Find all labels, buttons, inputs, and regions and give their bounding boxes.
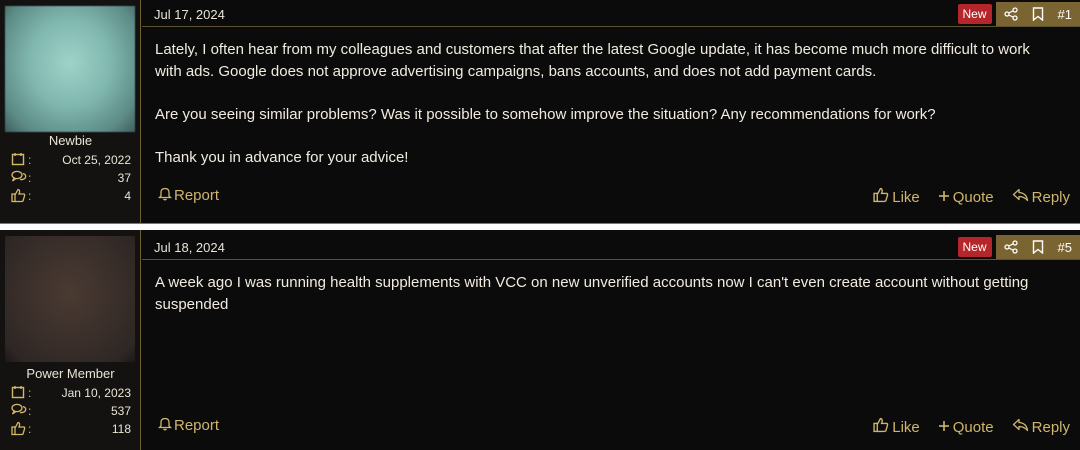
joined-value: Oct 25, 2022 [62,153,131,167]
report-label: Report [174,187,220,204]
user-rank: Newbie [48,133,93,148]
avatar[interactable] [5,236,135,362]
quote-button[interactable]: Quote [938,189,994,206]
thumbs-up-icon [11,421,27,437]
post-tools: #1 [995,2,1080,26]
joined-value: Jan 10, 2023 [61,386,131,400]
stat-joined: : Oct 25, 2022 [11,152,131,170]
post-paragraph: Thank you in advance for your advice! [155,149,409,166]
like-button[interactable]: Like [873,417,920,437]
share-icon[interactable] [1003,240,1018,254]
plus-icon [938,189,950,206]
post-number-link[interactable]: #1 [1058,7,1072,22]
stat-reactions: : 118 [11,421,131,439]
post-paragraph: A week ago I was running health suppleme… [155,274,1029,313]
quote-label: Quote [952,418,994,436]
header-divider [142,26,1080,27]
reactions-value: 118 [111,422,131,436]
post-body: Lately, I often hear from my colleagues … [155,39,1050,190]
bookmark-icon[interactable] [1032,7,1044,21]
report-button[interactable]: Report [157,186,220,205]
report-label: Report [174,417,220,434]
reactions-value: 4 [124,189,131,203]
quote-button[interactable]: Quote [938,419,994,436]
reply-label: Reply [1031,418,1070,436]
post-body: A week ago I was running health suppleme… [155,272,1050,337]
thumbs-up-icon [873,187,889,207]
reply-button[interactable]: Reply [1012,188,1070,206]
bell-icon [157,186,173,205]
calendar-icon [11,152,27,168]
post-footer-actions: Like Quote Reply [873,187,1070,207]
messages-icon [11,403,27,419]
stat-reactions: : 4 [11,188,131,206]
like-label: Like [892,188,920,206]
avatar[interactable] [5,6,135,132]
reply-label: Reply [1031,188,1070,206]
messages-value: 37 [117,171,131,185]
plus-icon [938,419,950,436]
user-stats: : Jan 10, 2023 : 537 : 118 [11,385,131,439]
bookmark-icon[interactable] [1032,240,1044,254]
post-date[interactable]: Jul 17, 2024 [154,7,225,22]
share-icon[interactable] [1003,7,1018,21]
report-button[interactable]: Report [157,416,220,435]
post-header-actions: New #5 [957,235,1080,259]
new-badge: New [957,4,992,24]
thumbs-up-icon [873,417,889,437]
stat-joined: : Jan 10, 2023 [11,385,131,403]
stat-messages: : 537 [11,403,131,421]
user-column: Newbie : Oct 25, 2022 : 37 : 4 [0,0,141,223]
reply-icon [1012,418,1029,436]
bell-icon [157,416,173,435]
messages-icon [11,170,27,186]
reply-icon [1012,188,1029,206]
user-rank: Power Member [26,366,115,381]
post-header-actions: New #1 [957,2,1080,26]
post-2: Power Member : Jan 10, 2023 : 537: 118 … [0,230,1080,450]
messages-value: 537 [110,404,131,418]
post-tools: #5 [995,235,1080,259]
calendar-icon [11,385,27,401]
user-column: Power Member : Jan 10, 2023 : 537: 118 [0,230,141,450]
like-button[interactable]: Like [873,187,920,207]
reply-button[interactable]: Reply [1012,418,1070,436]
post-1: Newbie : Oct 25, 2022 : 37 : 4 Jul 17, 2… [0,0,1080,224]
new-badge: New [957,237,992,257]
post-paragraph: Lately, I often hear from my colleagues … [155,41,1030,80]
user-stats: : Oct 25, 2022 : 37 : 4 [11,152,131,206]
quote-label: Quote [952,188,994,206]
header-divider [142,259,1080,260]
thumbs-up-icon [11,188,27,204]
like-label: Like [892,418,920,436]
post-number-link[interactable]: #5 [1058,240,1072,255]
post-date[interactable]: Jul 18, 2024 [154,240,225,255]
stat-messages: : 37 [11,170,131,188]
post-footer-actions: Like Quote Reply [873,417,1070,437]
post-paragraph: Are you seeing similar problems? Was it … [155,106,936,123]
